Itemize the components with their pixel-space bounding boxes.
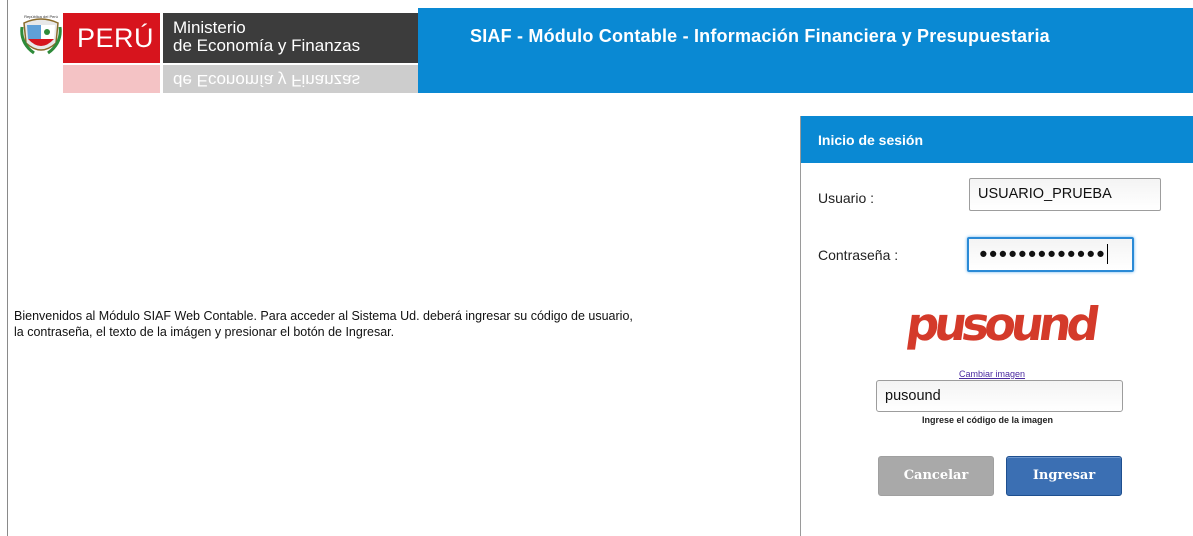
user-label: Usuario : <box>818 190 875 206</box>
peru-coat-of-arms-icon: República del Perú <box>20 14 62 55</box>
ministry-line2: de Economía y Finanzas <box>173 36 361 55</box>
welcome-line2: la contraseña, el texto de la imágen y p… <box>14 325 395 339</box>
ministry-box: Ministerio de Economía y Finanzas <box>163 13 418 63</box>
password-input[interactable]: ●●●●●●●●●●●●● <box>967 237 1134 272</box>
login-title: Inicio de sesión <box>818 132 924 148</box>
password-label: Contraseña : <box>818 247 899 263</box>
captcha-code-input[interactable]: pusound <box>876 380 1123 412</box>
logo-reflection: de Economía y Finanzas <box>8 65 418 93</box>
change-image-link[interactable]: Cambiar imagen <box>959 369 1025 379</box>
welcome-text: Bienvenidos al Módulo SIAF Web Contable.… <box>14 308 794 340</box>
header: República del Perú PERÚ Ministerio de Ec… <box>8 8 1193 93</box>
password-value: ●●●●●●●●●●●●● <box>979 246 1106 262</box>
peru-label: PERÚ <box>63 13 160 63</box>
captcha-help-text: Ingrese el código de la imagen <box>922 415 1054 425</box>
welcome-line1: Bienvenidos al Módulo SIAF Web Contable.… <box>14 309 633 323</box>
captcha-image: pusound <box>903 297 1101 351</box>
login-panel-header: Inicio de sesión <box>801 116 1193 163</box>
cancel-button[interactable]: Cancelar <box>878 456 994 496</box>
brand-logo: República del Perú PERÚ Ministerio de Ec… <box>8 8 418 93</box>
text-caret <box>1106 244 1108 265</box>
captcha-text: pusound <box>903 297 1101 351</box>
ministry-reflection-text: de Economía y Finanzas <box>163 65 418 93</box>
page-title: SIAF - Módulo Contable - Información Fin… <box>470 26 1050 46</box>
login-button[interactable]: Ingresar <box>1006 456 1122 496</box>
login-panel: Inicio de sesión Usuario : USUARIO_PRUEB… <box>800 116 1193 536</box>
user-input[interactable]: USUARIO_PRUEBA <box>969 178 1161 211</box>
logo-small-text: República del Perú <box>24 14 58 19</box>
title-bar: SIAF - Módulo Contable - Información Fin… <box>418 8 1193 93</box>
ministry-line1: Ministerio <box>173 18 246 37</box>
